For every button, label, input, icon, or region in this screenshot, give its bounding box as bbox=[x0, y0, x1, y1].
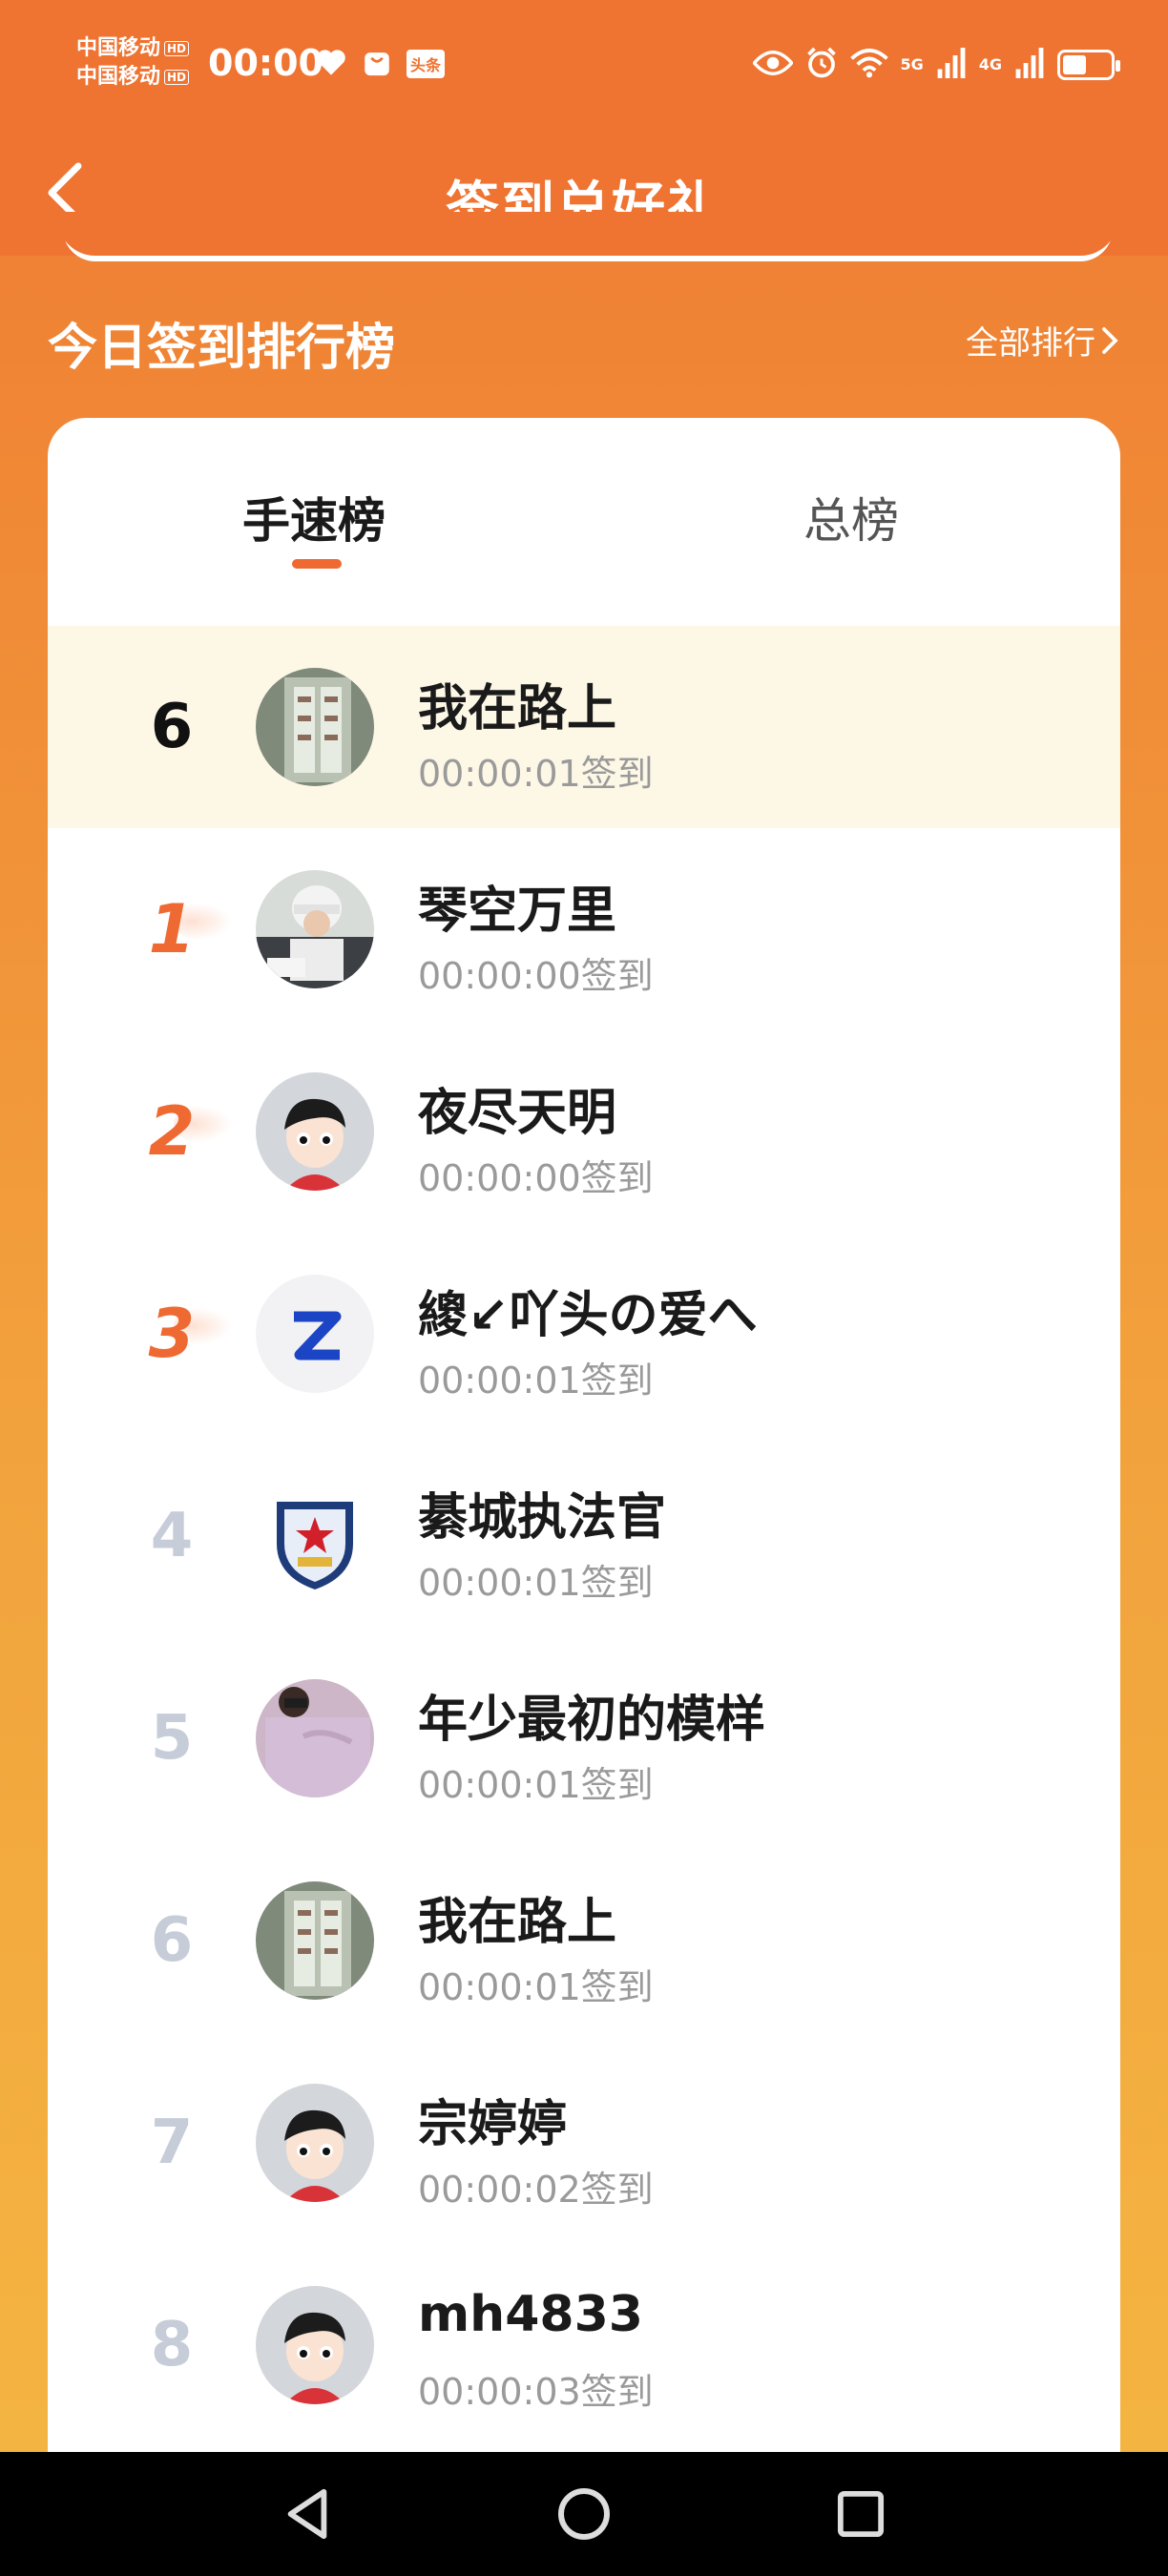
hd-badge: HD bbox=[164, 70, 190, 85]
tab-total-ranking[interactable]: 总榜 bbox=[803, 483, 899, 551]
default-cartoon-avatar bbox=[256, 2286, 374, 2404]
ranking-section-title: 今日签到排行榜 bbox=[48, 320, 396, 377]
checkin-time: 00:00:01签到 bbox=[418, 753, 654, 795]
rank-number: 4 bbox=[150, 1501, 194, 1571]
list-item[interactable]: 8 mh4833 00:00:03签到 bbox=[48, 2244, 1120, 2446]
chevron-right-icon bbox=[1102, 326, 1118, 354]
building-photo-avatar bbox=[256, 668, 374, 786]
default-cartoon-avatar bbox=[256, 1072, 374, 1191]
network-5g-label: 5G bbox=[900, 55, 924, 73]
checkin-time: 00:00:01签到 bbox=[418, 1562, 654, 1604]
view-all-label: 全部排行 bbox=[966, 324, 1095, 363]
list-item[interactable]: 5 年少最初的模样 00:00:01签到 bbox=[48, 1637, 1120, 1839]
rank-number: 1 bbox=[105, 828, 239, 1030]
alarm-icon bbox=[804, 46, 839, 84]
toutiao-app-icon: 头条 bbox=[407, 50, 446, 78]
wifi-icon bbox=[850, 48, 889, 82]
user-name: 綦城执法官 bbox=[418, 1489, 667, 1547]
checkin-time: 00:00:00签到 bbox=[418, 1157, 654, 1199]
ranking-card: 手速榜 总榜 6 我在路上 00:00:01签到 1 琴空万里 00:00:00… bbox=[48, 418, 1120, 2460]
child-photo-avatar bbox=[256, 870, 374, 988]
user-name: 宗婷婷 bbox=[418, 2096, 568, 2153]
triangle-back-icon bbox=[287, 2488, 327, 2540]
checkin-time: 00:00:01签到 bbox=[418, 1966, 654, 2008]
checkin-time: 00:00:01签到 bbox=[418, 1764, 654, 1806]
heart-icon bbox=[315, 48, 347, 80]
battery-icon bbox=[1057, 50, 1120, 80]
nav-back-button[interactable] bbox=[274, 2481, 341, 2547]
list-item[interactable]: 1 琴空万里 00:00:00签到 bbox=[48, 828, 1120, 1030]
system-navigation-bar bbox=[0, 2452, 1168, 2576]
list-item[interactable]: 7 宗婷婷 00:00:02签到 bbox=[48, 2042, 1120, 2244]
police-badge-avatar bbox=[256, 1477, 374, 1595]
list-item[interactable]: 3 繌↙吖头の爱へ 00:00:01签到 bbox=[48, 1233, 1120, 1435]
carrier-2: 中国移动 bbox=[76, 65, 161, 89]
ranking-tabs: 手速榜 总榜 bbox=[48, 418, 1120, 626]
signal-icon bbox=[1013, 48, 1046, 82]
user-name: 我在路上 bbox=[418, 680, 617, 737]
checkin-time: 00:00:02签到 bbox=[418, 2169, 654, 2211]
active-tab-indicator bbox=[292, 559, 342, 569]
checkin-time: 00:00:00签到 bbox=[418, 955, 654, 997]
carrier-info: 中国移动 HD 中国移动 HD bbox=[76, 34, 190, 92]
carrier-1: 中国移动 bbox=[76, 36, 161, 60]
user-name: 夜尽天明 bbox=[418, 1085, 617, 1142]
nav-recents-button[interactable] bbox=[827, 2481, 894, 2547]
tab-speed-ranking[interactable]: 手速榜 bbox=[242, 483, 386, 551]
list-item[interactable]: 2 夜尽天明 00:00:00签到 bbox=[48, 1030, 1120, 1233]
letter-z-avatar bbox=[256, 1275, 374, 1393]
status-time: 00:00 bbox=[208, 42, 323, 84]
nav-home-button[interactable] bbox=[551, 2481, 617, 2547]
checkin-time: 00:00:03签到 bbox=[418, 2371, 654, 2413]
status-bar: 中国移动 HD 中国移动 HD 00:00 头条 5G 4G bbox=[0, 0, 1168, 134]
square-recents-icon bbox=[837, 2490, 885, 2538]
rank-number: 5 bbox=[150, 1703, 194, 1774]
checkin-time: 00:00:01签到 bbox=[418, 1360, 654, 1402]
rank-number: 8 bbox=[150, 2310, 194, 2380]
view-all-ranking-link[interactable]: 全部排行 bbox=[966, 317, 1118, 364]
user-name: 年少最初的模样 bbox=[418, 1692, 766, 1749]
previous-card-shade bbox=[57, 212, 1118, 256]
rank-number: 2 bbox=[105, 1030, 239, 1233]
bag-icon bbox=[361, 46, 393, 82]
rank-number: 6 bbox=[150, 1905, 194, 1976]
hd-badge: HD bbox=[164, 41, 190, 56]
default-cartoon-avatar bbox=[256, 2084, 374, 2202]
rank-number: 6 bbox=[150, 692, 194, 762]
user-name: mh4833 bbox=[418, 2286, 643, 2343]
list-item[interactable]: 4 綦城执法官 00:00:01签到 bbox=[48, 1435, 1120, 1637]
my-rank-row[interactable]: 6 我在路上 00:00:01签到 bbox=[48, 626, 1120, 828]
rank-number: 3 bbox=[105, 1233, 239, 1435]
network-4g-label: 4G bbox=[978, 55, 1002, 73]
person-photo-avatar bbox=[256, 1679, 374, 1797]
user-name: 繌↙吖头の爱へ bbox=[418, 1287, 758, 1344]
rank-number: 7 bbox=[150, 2108, 194, 2178]
building-photo-avatar bbox=[256, 1881, 374, 2000]
circle-home-icon bbox=[558, 2488, 610, 2540]
list-item[interactable]: 6 我在路上 00:00:01签到 bbox=[48, 1839, 1120, 2042]
user-name: 琴空万里 bbox=[418, 883, 617, 940]
user-name: 我在路上 bbox=[418, 1894, 617, 1951]
signal-icon bbox=[935, 48, 968, 82]
eye-icon bbox=[752, 50, 795, 80]
